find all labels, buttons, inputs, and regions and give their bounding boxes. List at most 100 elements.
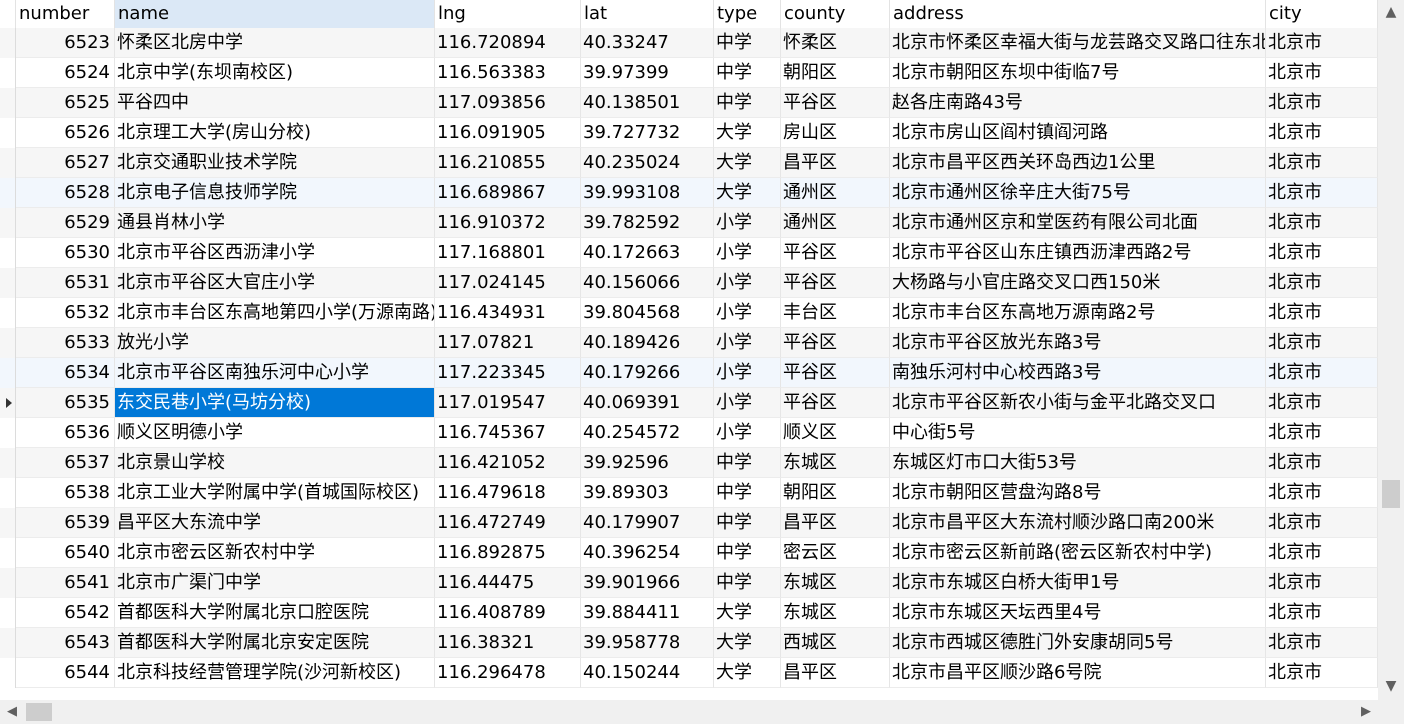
table-row[interactable]: 6531 北京市平谷区大官庄小学 117.024145 40.156066 小学 平谷区大…: [0, 268, 1378, 298]
cell-type[interactable]: 大学: [714, 178, 781, 208]
cell-city[interactable]: 北京市: [1266, 568, 1378, 598]
cell-type[interactable]: 小学: [714, 358, 781, 388]
cell-name[interactable]: 昌平区大东流中学: [115, 508, 435, 538]
cell-number[interactable]: 6533: [16, 328, 115, 358]
cell-address[interactable]: 北京市平谷区放光东路3号: [890, 328, 1266, 358]
column-header-lng[interactable]: lng: [435, 0, 581, 28]
cell-number[interactable]: 6525: [16, 88, 115, 118]
cell-city[interactable]: 北京市: [1266, 298, 1378, 328]
cell-number[interactable]: 6537: [16, 448, 115, 478]
horizontal-scroll-thumb[interactable]: [26, 703, 52, 721]
cell-type[interactable]: 中学: [714, 508, 781, 538]
table-row[interactable]: 6536 顺义区明德小学 116.745367 40.254572 小学 顺义区 中心街5号…: [0, 418, 1378, 448]
row-indicator[interactable]: [0, 118, 16, 148]
cell-number[interactable]: 6532: [16, 298, 115, 328]
cell-lng[interactable]: 116.720894: [435, 28, 581, 58]
cell-address[interactable]: 北京市东城区天坛西里4号: [890, 598, 1266, 628]
cell-county[interactable]: 朝阳区: [781, 478, 890, 508]
cell-number[interactable]: 6528: [16, 178, 115, 208]
cell-number[interactable]: 6541: [16, 568, 115, 598]
table-row[interactable]: 6535 东交民巷小学(马坊分校) 117.019547 40.069391 小学 平谷区…: [0, 388, 1378, 418]
cell-name[interactable]: 顺义区明德小学: [115, 418, 435, 448]
row-indicator[interactable]: [0, 388, 16, 418]
cell-type[interactable]: 中学: [714, 88, 781, 118]
column-header-name[interactable]: name: [115, 0, 435, 28]
cell-lat[interactable]: 40.396254: [581, 538, 714, 568]
cell-city[interactable]: 北京市: [1266, 358, 1378, 388]
cell-number[interactable]: 6523: [16, 28, 115, 58]
cell-lat[interactable]: 40.172663: [581, 238, 714, 268]
cell-name[interactable]: 北京市平谷区南独乐河中心小学: [115, 358, 435, 388]
cell-city[interactable]: 北京市: [1266, 658, 1378, 688]
cell-city[interactable]: 北京市: [1266, 598, 1378, 628]
table-row[interactable]: 6537 北京景山学校 116.421052 39.92596 中学 东城区 东城区灯市口大…: [0, 448, 1378, 478]
cell-address[interactable]: 北京市房山区阎村镇阎河路: [890, 118, 1266, 148]
row-indicator[interactable]: [0, 568, 16, 598]
column-header-number[interactable]: number: [16, 0, 115, 28]
row-indicator[interactable]: [0, 358, 16, 388]
cell-city[interactable]: 北京市: [1266, 418, 1378, 448]
cell-type[interactable]: 中学: [714, 448, 781, 478]
column-header-type[interactable]: type: [714, 0, 781, 28]
cell-lng[interactable]: 116.408789: [435, 598, 581, 628]
cell-county[interactable]: 怀柔区: [781, 28, 890, 58]
cell-name[interactable]: 北京中学(东坝南校区): [115, 58, 435, 88]
cell-number[interactable]: 6535: [16, 388, 115, 418]
cell-type[interactable]: 小学: [714, 388, 781, 418]
cell-lng[interactable]: 116.296478: [435, 658, 581, 688]
cell-type[interactable]: 小学: [714, 268, 781, 298]
table-row[interactable]: 6538 北京工业大学附属中学(首城国际校区) 116.479618 39.89303…: [0, 478, 1378, 508]
cell-address[interactable]: 南独乐河村中心校西路3号: [890, 358, 1266, 388]
cell-type[interactable]: 中学: [714, 58, 781, 88]
cell-name[interactable]: 首都医科大学附属北京口腔医院: [115, 598, 435, 628]
cell-address[interactable]: 大杨路与小官庄路交叉口西150米: [890, 268, 1266, 298]
row-indicator[interactable]: [0, 328, 16, 358]
row-indicator[interactable]: [0, 478, 16, 508]
table-row[interactable]: 6530 北京市平谷区西沥津小学 117.168801 40.172663 小学 平谷区北…: [0, 238, 1378, 268]
vertical-scrollbar[interactable]: ▲ ▼: [1378, 0, 1404, 700]
cell-address[interactable]: 北京市昌平区顺沙路6号院: [890, 658, 1266, 688]
cell-name[interactable]: 北京市密云区新农村中学: [115, 538, 435, 568]
cell-address[interactable]: 北京市通州区徐辛庄大街75号: [890, 178, 1266, 208]
cell-county[interactable]: 西城区: [781, 628, 890, 658]
cell-county[interactable]: 平谷区: [781, 328, 890, 358]
cell-county[interactable]: 平谷区: [781, 88, 890, 118]
cell-city[interactable]: 北京市: [1266, 238, 1378, 268]
cell-name[interactable]: 北京市平谷区西沥津小学: [115, 238, 435, 268]
cell-type[interactable]: 小学: [714, 238, 781, 268]
cell-address[interactable]: 北京市平谷区新农小街与金平北路交叉口: [890, 388, 1266, 418]
cell-county[interactable]: 通州区: [781, 208, 890, 238]
cell-city[interactable]: 北京市: [1266, 328, 1378, 358]
row-indicator[interactable]: [0, 148, 16, 178]
cell-name[interactable]: 通县肖林小学: [115, 208, 435, 238]
cell-lng[interactable]: 116.210855: [435, 148, 581, 178]
cell-number[interactable]: 6539: [16, 508, 115, 538]
cell-address[interactable]: 北京市朝阳区营盘沟路8号: [890, 478, 1266, 508]
cell-county[interactable]: 平谷区: [781, 238, 890, 268]
cell-lat[interactable]: 40.179907: [581, 508, 714, 538]
table-row[interactable]: 6523 怀柔区北房中学 116.720894 40.33247 中学 怀柔区 北京市怀柔区…: [0, 28, 1378, 58]
column-header-city[interactable]: city: [1266, 0, 1378, 28]
cell-address[interactable]: 北京市昌平区大东流村顺沙路口南200米: [890, 508, 1266, 538]
table-row[interactable]: 6525 平谷四中 117.093856 40.138501 中学 平谷区 赵各庄南路43号…: [0, 88, 1378, 118]
cell-lat[interactable]: 39.782592: [581, 208, 714, 238]
cell-number[interactable]: 6534: [16, 358, 115, 388]
table-row[interactable]: 6542 首都医科大学附属北京口腔医院 116.408789 39.884411 大学东…: [0, 598, 1378, 628]
cell-name[interactable]: 怀柔区北房中学: [115, 28, 435, 58]
cell-city[interactable]: 北京市: [1266, 388, 1378, 418]
table-row[interactable]: 6527 北京交通职业技术学院 116.210855 40.235024 大学 昌平区 北京…: [0, 148, 1378, 178]
cell-county[interactable]: 顺义区: [781, 418, 890, 448]
vertical-scroll-thumb[interactable]: [1382, 480, 1400, 508]
cell-number[interactable]: 6527: [16, 148, 115, 178]
cell-number[interactable]: 6526: [16, 118, 115, 148]
column-header-address[interactable]: address: [890, 0, 1266, 28]
cell-number[interactable]: 6529: [16, 208, 115, 238]
cell-lat[interactable]: 39.993108: [581, 178, 714, 208]
cell-county[interactable]: 东城区: [781, 448, 890, 478]
cell-lat[interactable]: 39.901966: [581, 568, 714, 598]
cell-city[interactable]: 北京市: [1266, 208, 1378, 238]
cell-address[interactable]: 中心街5号: [890, 418, 1266, 448]
cell-lat[interactable]: 39.804568: [581, 298, 714, 328]
table-row[interactable]: 6539 昌平区大东流中学 116.472749 40.179907 中学 昌平区 北京市昌…: [0, 508, 1378, 538]
table-row[interactable]: 6540 北京市密云区新农村中学 116.892875 40.396254 中学 密云区北…: [0, 538, 1378, 568]
